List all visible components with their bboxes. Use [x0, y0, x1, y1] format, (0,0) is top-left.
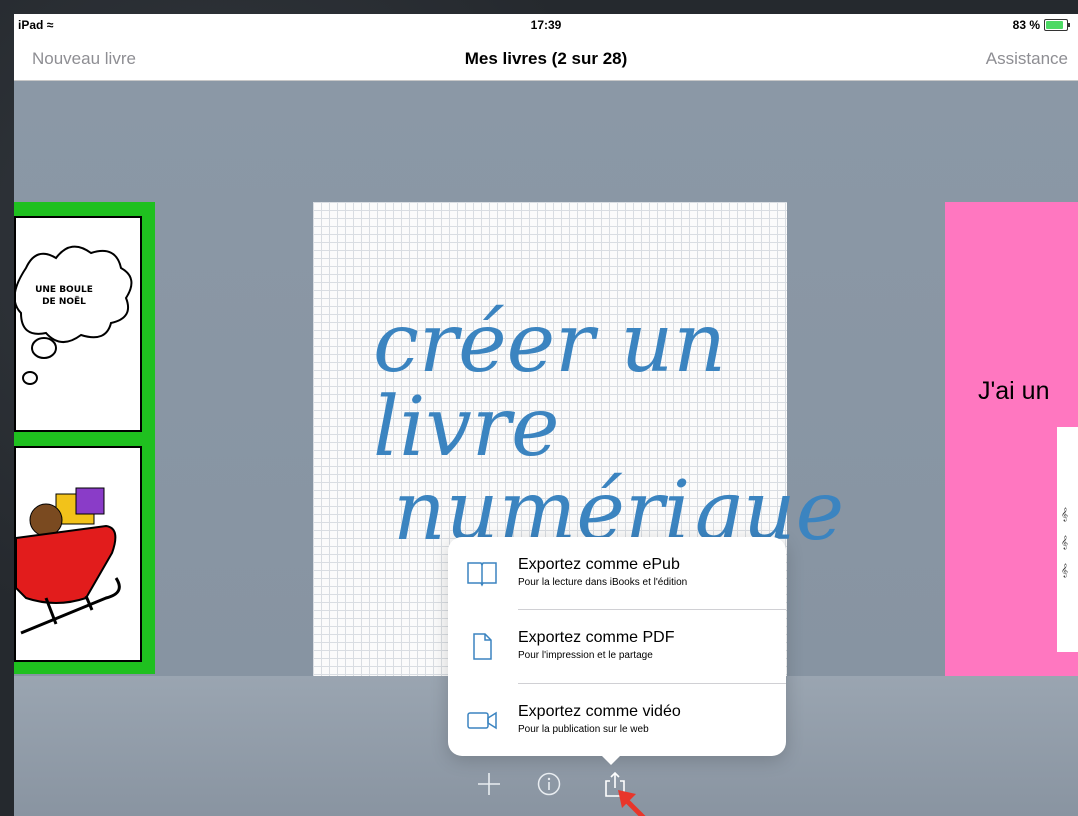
ipad-screen: iPad ≈ 17:39 83 % Nouveau livre Mes livr… [14, 14, 1078, 816]
plus-icon[interactable] [476, 771, 502, 797]
cover-line-2: livre [373, 380, 560, 475]
music-sheet-card: 𝄞 𝄞 𝄞 [1057, 427, 1078, 652]
book-right-title: J'ai un [978, 377, 1050, 405]
music-note-icon: 𝄞 [1061, 507, 1069, 521]
video-camera-icon [467, 711, 497, 730]
status-battery: 83 % [1012, 18, 1070, 32]
export-epub-title: Exportez comme ePub [518, 556, 680, 573]
assistance-button[interactable]: Assistance [986, 49, 1068, 69]
export-video-option[interactable]: Exportez comme vidéo Pour la publication… [448, 684, 786, 756]
export-epub-subtitle: Pour la lecture dans iBooks et l'édition [518, 577, 688, 588]
book-left[interactable]: UNE BOULE DE NOËL [14, 202, 155, 674]
export-video-title: Exportez comme vidéo [518, 703, 681, 720]
comic-panel-top: UNE BOULE DE NOËL [14, 216, 142, 432]
page-title: Mes livres (2 sur 28) [464, 49, 628, 68]
annotation-arrow-icon [618, 790, 646, 816]
sleigh-icon [15, 487, 121, 635]
music-note-icon: 𝄞 [1061, 563, 1069, 577]
music-note-icon: 𝄞 [1061, 535, 1069, 549]
info-icon[interactable] [536, 771, 562, 797]
export-pdf-title: Exportez comme PDF [518, 629, 675, 646]
book-icon [467, 562, 497, 587]
popover-arrow [601, 755, 621, 765]
navigation-bar: Nouveau livre Mes livres (2 sur 28) Assi… [14, 36, 1078, 81]
document-icon [473, 633, 492, 660]
book-right[interactable]: J'ai un 𝄞 𝄞 𝄞 [945, 202, 1078, 676]
book-cover-title: créer un livre numérique [373, 302, 844, 554]
status-bar: iPad ≈ 17:39 83 % [14, 14, 1078, 36]
battery-icon [1044, 19, 1070, 31]
bubble-text: UNE BOULE DE NOËL [35, 285, 93, 307]
export-pdf-option[interactable]: Exportez comme PDF Pour l'impression et … [448, 610, 786, 682]
thought-bubble-icon [14, 245, 133, 385]
status-time: 17:39 [530, 18, 562, 32]
comic-panel-bottom [14, 446, 142, 662]
export-video-subtitle: Pour la publication sur le web [518, 724, 649, 735]
cover-line-1: créer un [373, 296, 727, 391]
export-popover: Exportez comme ePub Pour la lecture dans… [448, 537, 786, 765]
battery-percent: 83 % [1012, 18, 1040, 32]
export-epub-option[interactable]: Exportez comme ePub Pour la lecture dans… [448, 537, 786, 609]
export-pdf-subtitle: Pour l'impression et le partage [518, 650, 653, 661]
